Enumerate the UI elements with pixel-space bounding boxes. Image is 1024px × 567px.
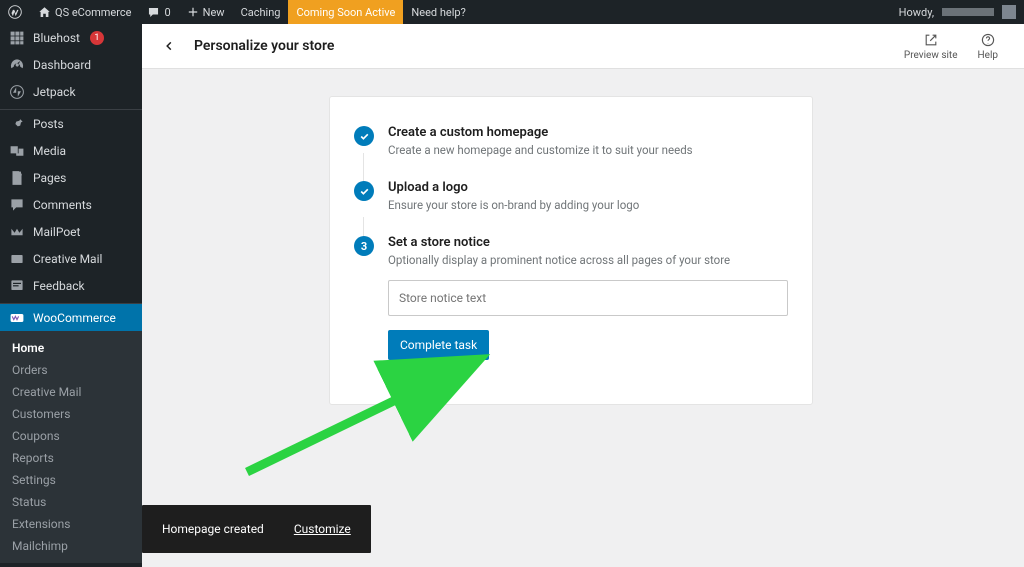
admin-sidebar: Bluehost 1 Dashboard Jetpack Posts Media Pages…	[0, 24, 142, 567]
need-help-label: Need help?	[411, 6, 465, 19]
chat-icon	[9, 197, 25, 213]
mp-icon	[9, 224, 25, 240]
grid-icon	[9, 30, 25, 46]
onboarding-card: Create a custom homepage Create a new hom…	[329, 96, 813, 405]
sidebar-item-label: Jetpack	[33, 85, 76, 99]
sidebar-item-mailpoet[interactable]: MailPoet	[0, 218, 142, 245]
sidebar-item-label: Bluehost	[33, 31, 80, 45]
page-header: Personalize your store Preview site Help	[142, 24, 1024, 69]
page-title: Personalize your store	[194, 38, 334, 54]
need-help-link[interactable]: Need help?	[403, 0, 473, 24]
home-icon	[38, 6, 51, 19]
help-icon	[980, 32, 996, 48]
submenu-item-orders[interactable]: Orders	[0, 359, 142, 381]
new-link[interactable]: New	[179, 0, 233, 24]
step-desc: Optionally display a prominent notice ac…	[388, 252, 788, 268]
submenu-item-mailchimp[interactable]: Mailchimp	[0, 535, 142, 557]
submenu-item-settings[interactable]: Settings	[0, 469, 142, 491]
step-desc: Ensure your store is on-brand by adding …	[388, 197, 788, 213]
caching-label: Caching	[241, 6, 281, 19]
store-notice-input[interactable]	[388, 280, 788, 316]
help-button[interactable]: Help	[968, 32, 1008, 61]
comments-link[interactable]: 0	[139, 0, 178, 24]
site-link[interactable]: QS eCommerce	[30, 0, 139, 24]
wp-logo[interactable]	[0, 0, 30, 24]
sidebar-item-pages[interactable]: Pages	[0, 164, 142, 191]
step-number: 3	[354, 236, 374, 256]
plus-icon	[187, 6, 199, 18]
onboarding-step-2: Upload a logo Ensure your store is on-bra…	[354, 172, 788, 227]
submenu-item-creative-mail[interactable]: Creative Mail	[0, 381, 142, 403]
sidebar-item-label: WooCommerce	[33, 311, 116, 325]
onboarding-step-3: 3 Set a store notice Optionally display a …	[354, 227, 788, 374]
sidebar-item-label: Creative Mail	[33, 252, 102, 266]
checkmark-icon	[354, 126, 374, 146]
site-name: QS eCommerce	[55, 6, 131, 19]
sidebar-item-label: Posts	[33, 117, 64, 131]
step-title: Set a store notice	[388, 235, 788, 250]
checkmark-icon	[354, 181, 374, 201]
page-icon	[9, 170, 25, 186]
step-title: Create a custom homepage	[388, 125, 788, 140]
fb-icon	[9, 278, 25, 294]
sidebar-item-media[interactable]: Media	[0, 137, 142, 164]
avatar	[1002, 5, 1016, 19]
submenu-item-customers[interactable]: Customers	[0, 403, 142, 425]
sidebar-item-label: Pages	[33, 171, 66, 185]
sidebar-item-comments[interactable]: Comments	[0, 191, 142, 218]
jet-icon	[9, 84, 25, 100]
sidebar-item-feedback[interactable]: Feedback	[0, 272, 142, 299]
preview-label: Preview site	[904, 50, 958, 61]
toast-message: Homepage created	[162, 522, 264, 536]
submenu-item-status[interactable]: Status	[0, 491, 142, 513]
woo-icon	[9, 310, 25, 326]
onboarding-step-1: Create a custom homepage Create a new hom…	[354, 117, 788, 172]
complete-task-button[interactable]: Complete task	[388, 330, 489, 360]
gauge-icon	[9, 57, 25, 73]
sidebar-item-label: Media	[33, 144, 66, 158]
howdy-link[interactable]: Howdy,	[891, 0, 1024, 24]
toast-action-link[interactable]: Customize	[294, 522, 351, 536]
coming-soon-label: Coming Soon Active	[296, 6, 395, 19]
comment-icon	[147, 6, 160, 19]
sidebar-item-dashboard[interactable]: Dashboard	[0, 51, 142, 78]
preview-site-button[interactable]: Preview site	[894, 32, 968, 61]
submenu-item-home[interactable]: Home	[0, 337, 142, 359]
submenu-item-extensions[interactable]: Extensions	[0, 513, 142, 535]
media-icon	[9, 143, 25, 159]
sidebar-item-posts[interactable]: Posts	[0, 109, 142, 137]
sidebar-item-bluehost[interactable]: Bluehost 1	[0, 24, 142, 51]
comment-count: 0	[164, 6, 170, 19]
sidebar-item-jetpack[interactable]: Jetpack	[0, 78, 142, 105]
sidebar-item-creative-mail[interactable]: Creative Mail	[0, 245, 142, 272]
sidebar-item-label: Comments	[33, 198, 92, 212]
sidebar-item-woocommerce[interactable]: WooCommerce	[0, 303, 142, 331]
pin-icon	[9, 116, 25, 132]
toast-notice: Homepage created Customize	[142, 505, 371, 553]
sidebar-item-label: Dashboard	[33, 58, 91, 72]
coming-soon[interactable]: Coming Soon Active	[288, 0, 403, 24]
submenu-item-reports[interactable]: Reports	[0, 447, 142, 469]
new-label: New	[203, 6, 225, 19]
external-icon	[923, 32, 939, 48]
submenu-item-coupons[interactable]: Coupons	[0, 425, 142, 447]
wordpress-icon	[8, 5, 22, 19]
step-desc: Create a new homepage and customize it t…	[388, 142, 788, 158]
sidebar-item-label: MailPoet	[33, 225, 80, 239]
cm-icon	[9, 251, 25, 267]
notification-badge: 1	[90, 31, 104, 45]
caching-link[interactable]: Caching	[233, 0, 289, 24]
back-button[interactable]	[158, 35, 180, 57]
step-title: Upload a logo	[388, 180, 788, 195]
help-label: Help	[978, 50, 998, 61]
admin-toolbar: QS eCommerce 0 New Caching Coming Soon A…	[0, 0, 1024, 24]
sidebar-item-label: Feedback	[33, 279, 85, 293]
howdy-label: Howdy,	[899, 6, 934, 19]
username-redacted	[942, 8, 994, 16]
